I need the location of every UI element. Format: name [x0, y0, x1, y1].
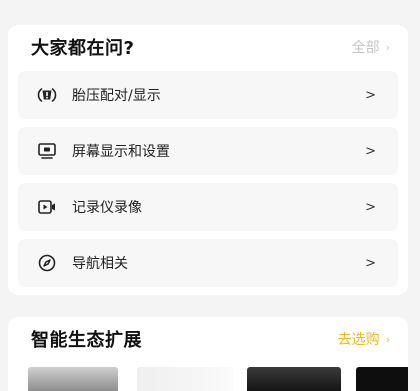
faq-card: 大家都在问? 全部 › 胎压配对/显示 > 屏幕显示和设置 > 记录仪录像 > … — [8, 25, 408, 295]
shop-link[interactable]: 去选购 › — [338, 329, 390, 349]
faq-list: 胎压配对/显示 > 屏幕显示和设置 > 记录仪录像 > 导航相关 > — [18, 71, 398, 295]
faq-item-label: 屏幕显示和设置 — [72, 144, 170, 160]
chevron-right-icon: › — [385, 332, 390, 346]
view-all-label: 全部 — [351, 40, 380, 56]
product-thumbnail[interactable] — [137, 367, 233, 391]
compass-icon — [37, 253, 57, 273]
faq-item-dashcam[interactable]: 记录仪录像 > — [18, 183, 398, 231]
view-all-link[interactable]: 全部 › — [352, 37, 390, 57]
chevron-right-icon: > — [365, 199, 376, 215]
ecosystem-title: 智能生态扩展 — [31, 330, 142, 351]
faq-item-label: 记录仪录像 — [72, 200, 142, 216]
chevron-right-icon: > — [365, 143, 376, 159]
product-thumbnail[interactable] — [28, 367, 118, 391]
chevron-right-icon: > — [365, 255, 376, 271]
faq-item-label: 胎压配对/显示 — [72, 88, 161, 104]
ecosystem-card: 智能生态扩展 去选购 › — [8, 317, 408, 391]
screen-icon — [37, 141, 57, 161]
chevron-right-icon: > — [365, 87, 376, 103]
dashcam-icon — [37, 197, 57, 217]
faq-item-tire-pressure[interactable]: 胎压配对/显示 > — [18, 71, 398, 119]
faq-header: 大家都在问? 全部 › — [8, 25, 408, 69]
chevron-right-icon: › — [385, 40, 390, 54]
shop-link-label: 去选购 — [337, 332, 380, 348]
faq-item-screen-settings[interactable]: 屏幕显示和设置 > — [18, 127, 398, 175]
faq-item-navigation[interactable]: 导航相关 > — [18, 239, 398, 287]
faq-title: 大家都在问? — [31, 38, 135, 59]
product-thumbnail[interactable] — [356, 367, 408, 391]
ecosystem-header: 智能生态扩展 去选购 › — [8, 317, 408, 361]
tire-pressure-icon — [37, 85, 57, 105]
product-thumbnails — [24, 367, 408, 391]
product-thumbnail[interactable] — [247, 367, 341, 391]
faq-item-label: 导航相关 — [72, 256, 128, 272]
